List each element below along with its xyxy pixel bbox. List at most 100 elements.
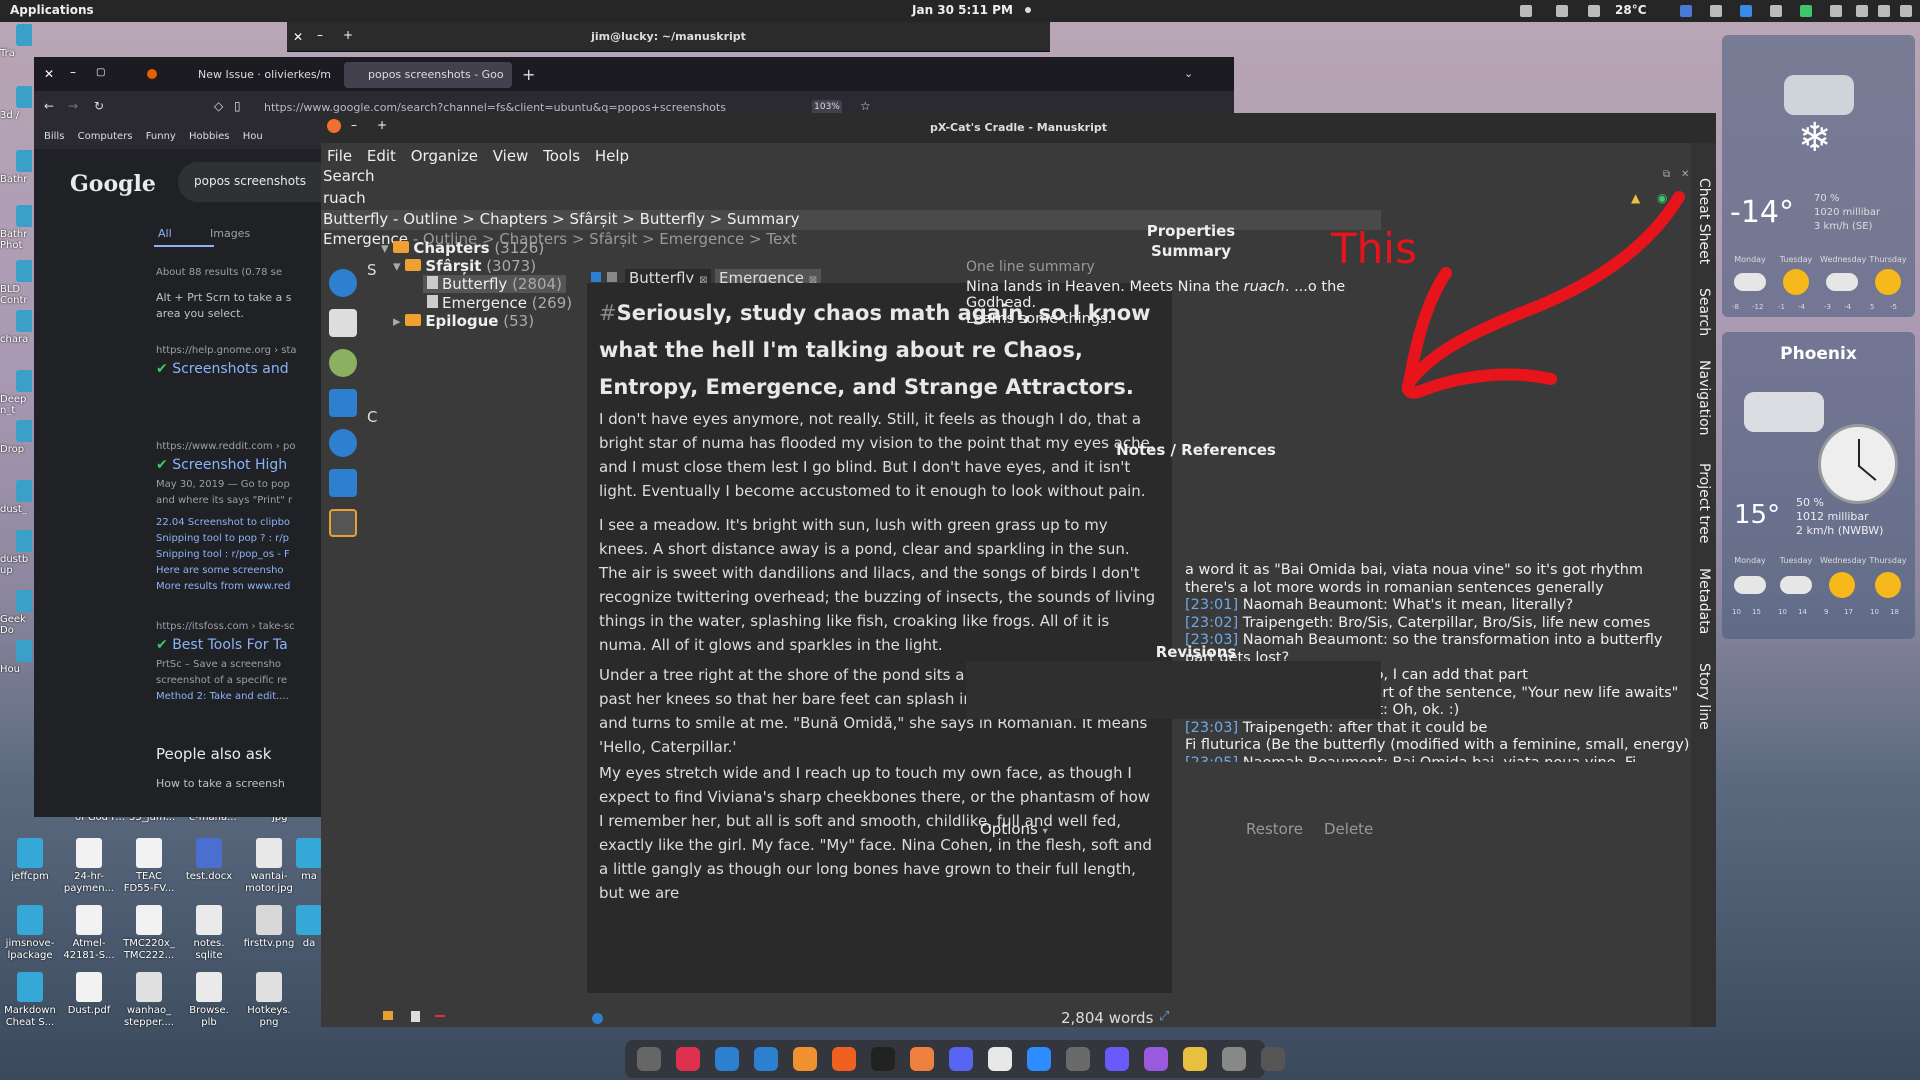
- result-title[interactable]: ✔ Best Tools For Ta: [156, 637, 306, 653]
- dock-app-icon[interactable]: [676, 1047, 700, 1071]
- revisions-list[interactable]: [966, 661, 1381, 719]
- power-icon[interactable]: [1900, 5, 1912, 17]
- info-icon[interactable]: [329, 269, 357, 297]
- weather-temperature[interactable]: 28°C: [1615, 3, 1647, 17]
- tree-item-epilogue[interactable]: ▸ Epilogue (53): [393, 312, 534, 330]
- back-icon[interactable]: ←: [44, 99, 54, 113]
- tab-new-issue[interactable]: New Issue · olivierkes/m: [174, 62, 334, 88]
- bookmark-computers[interactable]: Computers: [78, 131, 133, 142]
- tray-icon[interactable]: [1770, 5, 1782, 17]
- desktop-icon[interactable]: dustb up: [0, 530, 32, 576]
- desktop-icon[interactable]: Deep n_t: [0, 370, 32, 416]
- dock-app-icon[interactable]: [1183, 1047, 1207, 1071]
- remove-icon[interactable]: [435, 1015, 445, 1017]
- maximize-icon[interactable]: ▢: [96, 67, 105, 78]
- info-icon[interactable]: [592, 1013, 603, 1024]
- chevron-down-icon[interactable]: ⌄: [1184, 67, 1193, 80]
- result-title[interactable]: ✔ Screenshots and: [156, 361, 306, 377]
- sitelink[interactable]: 22.04 Screenshot to clipbo: [156, 517, 306, 528]
- dock-app-icon[interactable]: [871, 1047, 895, 1071]
- tab-all[interactable]: All: [158, 227, 172, 240]
- tray-icon[interactable]: [1680, 5, 1692, 17]
- tray-icon[interactable]: [1710, 5, 1722, 17]
- dock-app-icon[interactable]: [1261, 1047, 1285, 1071]
- dock-app-icon[interactable]: [793, 1047, 817, 1071]
- document-icon[interactable]: [411, 1011, 420, 1022]
- plots-icon[interactable]: [329, 389, 357, 417]
- reload-icon[interactable]: ↻: [94, 99, 104, 113]
- google-logo[interactable]: Google: [70, 171, 156, 197]
- desktop-icon[interactable]: Bathr Phot: [0, 205, 32, 251]
- sitelink[interactable]: Snipping tool : r/pop_os - F: [156, 549, 306, 560]
- search-input[interactable]: popos screenshots: [178, 162, 338, 202]
- desktop-icon[interactable]: Hou: [0, 640, 32, 675]
- tab-google[interactable]: popos screenshots - Goo: [344, 62, 512, 88]
- desktop-icon[interactable]: Bathr: [0, 150, 32, 185]
- tray-icon[interactable]: [1800, 5, 1812, 17]
- sitelink[interactable]: Method 2: Take and edit....: [156, 691, 306, 702]
- folder-icon[interactable]: [383, 1011, 393, 1020]
- sitelink[interactable]: More results from www.red: [156, 581, 306, 592]
- bookmark-star-icon[interactable]: ☆: [860, 99, 871, 113]
- bookmark-hou[interactable]: Hou: [243, 131, 263, 142]
- bookmark-funny[interactable]: Funny: [146, 131, 176, 142]
- desktop-icon[interactable]: Tra: [0, 24, 32, 59]
- characters-icon[interactable]: [329, 349, 357, 377]
- volume-icon[interactable]: [1878, 5, 1890, 17]
- menu-edit[interactable]: Edit: [367, 147, 396, 165]
- paa-question[interactable]: How to take a screensh: [156, 777, 306, 790]
- tree-item-chapters[interactable]: ▾ Chapters (3126): [381, 239, 544, 257]
- result-title[interactable]: ✔ Screenshot High: [156, 457, 306, 473]
- weather-widget[interactable]: Phoenix 15° 50 % 1012 millibar 2 km/h (N…: [1722, 332, 1915, 639]
- dock-app-icon[interactable]: [988, 1047, 1012, 1071]
- dock-app-icon[interactable]: [1105, 1047, 1129, 1071]
- menu-tools[interactable]: Tools: [543, 147, 580, 165]
- desktop-icon[interactable]: Drop: [0, 420, 32, 455]
- shield-icon[interactable]: ◇: [214, 99, 223, 113]
- desktop-icon[interactable]: BLD Contr: [0, 260, 32, 306]
- menu-organize[interactable]: Organize: [411, 147, 478, 165]
- desktop-icon[interactable]: Hotkeys. png: [229, 972, 309, 1029]
- desktop-icon[interactable]: chara: [0, 310, 32, 345]
- dock-app-icon[interactable]: [1066, 1047, 1090, 1071]
- applications-menu[interactable]: Applications: [10, 3, 94, 17]
- minimize-icon[interactable]: –: [70, 65, 76, 79]
- manuskript-window[interactable]: – + pX-Cat's Cradle - Manuskript File Ed…: [321, 113, 1716, 1027]
- restore-button[interactable]: Restore: [1246, 820, 1303, 838]
- desktop-icon[interactable]: Geek Do: [0, 590, 32, 636]
- side-tab[interactable]: Metadata: [1696, 568, 1712, 634]
- terminal-window[interactable]: ✕ – + jim@lucky: ~/manuskript: [287, 22, 1050, 52]
- dock-app-icon[interactable]: [949, 1047, 973, 1071]
- sitelink[interactable]: Here are some screensho: [156, 565, 306, 576]
- dock-app-icon[interactable]: [1027, 1047, 1051, 1071]
- sitelink[interactable]: Snipping tool to pop ? : r/p: [156, 533, 306, 544]
- dock-app-icon[interactable]: [715, 1047, 739, 1071]
- menu-view[interactable]: View: [493, 147, 529, 165]
- bluetooth-icon[interactable]: [1856, 5, 1868, 17]
- page-icon[interactable]: ▯: [234, 99, 241, 113]
- tray-icon[interactable]: [1740, 5, 1752, 17]
- bookmark-bills[interactable]: Bills: [44, 131, 64, 142]
- layout-icon[interactable]: [591, 272, 601, 282]
- dock-app-icon[interactable]: [1144, 1047, 1168, 1071]
- menu-file[interactable]: File: [327, 147, 352, 165]
- menu-help[interactable]: Help: [595, 147, 629, 165]
- dock-app-icon[interactable]: [754, 1047, 778, 1071]
- dock-app-icon[interactable]: [832, 1047, 856, 1071]
- tray-icon[interactable]: [1556, 5, 1568, 17]
- forward-icon[interactable]: →: [68, 99, 78, 113]
- bookmark-hobbies[interactable]: Hobbies: [189, 131, 229, 142]
- tree-item-butterfly[interactable]: Butterfly (2804): [423, 275, 566, 293]
- side-tab[interactable]: Story line: [1696, 663, 1712, 730]
- close-icon[interactable]: ✕: [44, 67, 54, 81]
- tray-icon[interactable]: [1520, 5, 1532, 17]
- delete-button[interactable]: Delete: [1324, 820, 1373, 838]
- weather-widget[interactable]: ❄ -14° 70 % 1020 millibar 3 km/h (SE) Mo…: [1722, 35, 1915, 317]
- editor-icon[interactable]: [329, 509, 357, 537]
- layout-icon[interactable]: [607, 272, 617, 282]
- dock-app-icon[interactable]: [910, 1047, 934, 1071]
- dock-app-icon[interactable]: [637, 1047, 661, 1071]
- desktop-icon[interactable]: dust_: [0, 480, 32, 515]
- options-dropdown[interactable]: Options ▾: [980, 820, 1048, 838]
- new-tab-icon[interactable]: +: [522, 65, 535, 84]
